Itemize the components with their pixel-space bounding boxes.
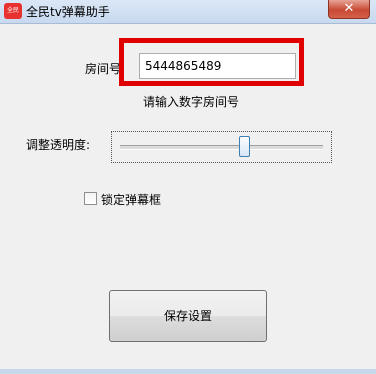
window-title: 全民tv弹幕助手	[26, 5, 110, 19]
opacity-slider-track[interactable]	[120, 145, 323, 150]
opacity-slider[interactable]	[111, 131, 332, 163]
room-number-input[interactable]	[139, 53, 296, 79]
app-logo-icon: 全民TV	[4, 3, 22, 19]
close-button[interactable]: ✕	[328, 0, 370, 19]
window-bottom-border	[0, 369, 376, 374]
lock-danmaku-checkbox[interactable]	[84, 192, 97, 205]
title-bar[interactable]: 全民TV 全民tv弹幕助手 ✕	[0, 0, 376, 24]
save-settings-button[interactable]: 保存设置	[109, 290, 267, 342]
room-number-label: 房间号	[85, 62, 122, 76]
lock-danmaku-label[interactable]: 锁定弹幕框	[101, 191, 161, 208]
opacity-slider-thumb[interactable]	[239, 136, 251, 157]
close-icon: ✕	[343, 1, 355, 16]
room-number-hint: 请输入数字房间号	[143, 95, 240, 109]
opacity-label: 调整透明度:	[26, 138, 91, 152]
